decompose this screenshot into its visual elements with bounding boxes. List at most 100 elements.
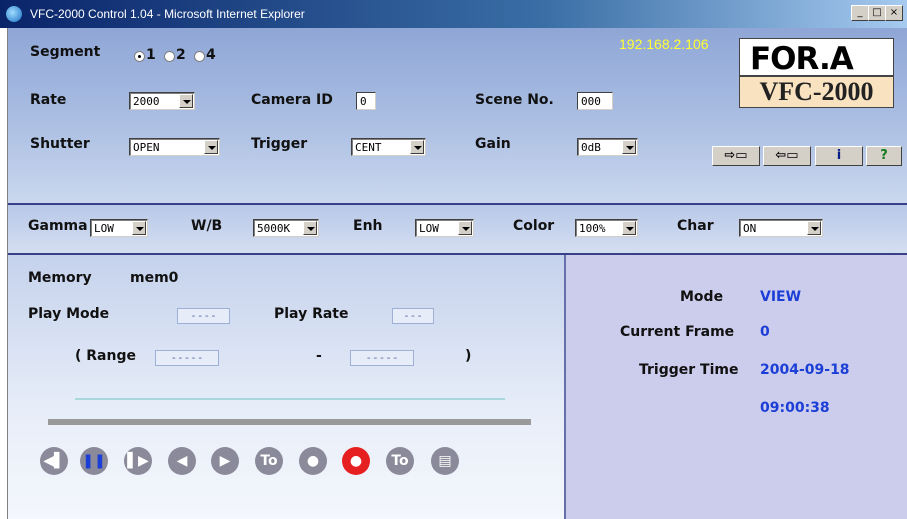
- skip-forward-button[interactable]: ▌▶: [124, 447, 152, 475]
- gain-label: Gain: [475, 136, 511, 152]
- chevron-down-icon: [204, 140, 218, 154]
- play-reverse-button[interactable]: ◀: [168, 447, 196, 475]
- segment-radio-4[interactable]: [194, 51, 205, 62]
- play-mode-value: ----: [177, 308, 230, 324]
- segment-radio-1[interactable]: [134, 51, 145, 62]
- segment-radio-2[interactable]: [164, 51, 175, 62]
- minimize-button[interactable]: _: [851, 5, 869, 21]
- to-start-icon: To: [260, 453, 278, 469]
- range-end-value: -----: [350, 350, 414, 366]
- play-icon: ▶: [219, 453, 231, 469]
- close-button[interactable]: ×: [885, 5, 903, 21]
- pause-icon: ❚❚: [82, 453, 106, 469]
- segment-option-label: 1: [146, 47, 156, 63]
- import-icon: ⇨▭: [724, 148, 748, 163]
- mode-label: Mode: [680, 289, 724, 305]
- to-end-icon: To: [391, 453, 409, 469]
- segment-option-label: 4: [206, 47, 216, 63]
- rate-label: Rate: [30, 92, 67, 108]
- shutter-label: Shutter: [30, 136, 90, 152]
- window-border: [0, 28, 8, 519]
- info-button[interactable]: i: [815, 146, 863, 166]
- enh-select[interactable]: LOW: [415, 219, 474, 237]
- segment-label: Segment: [30, 44, 101, 60]
- rate-select[interactable]: 2000: [129, 92, 195, 110]
- scene-no-label: Scene No.: [475, 92, 554, 108]
- play-rate-value: ---: [392, 308, 434, 324]
- record-icon: ●: [349, 453, 363, 469]
- memory-label: Memory: [28, 270, 92, 286]
- gamma-value: LOW: [94, 222, 114, 235]
- play-button[interactable]: ▶: [211, 447, 239, 475]
- color-value: 100%: [579, 222, 606, 235]
- skip-back-button[interactable]: ◀▌: [40, 447, 68, 475]
- export-button[interactable]: ⇦▭: [763, 146, 811, 166]
- play-rate-label: Play Rate: [274, 306, 349, 322]
- trigger-time-value: 09:00:38: [760, 400, 830, 416]
- fora-logo: FOR.A: [739, 38, 894, 77]
- play-reverse-icon: ◀: [176, 453, 188, 469]
- gamma-label: Gamma: [28, 218, 88, 234]
- enh-label: Enh: [353, 218, 383, 234]
- char-label: Char: [677, 218, 714, 234]
- char-value: ON: [743, 222, 757, 235]
- range-start-value: -----: [155, 350, 219, 366]
- trigger-time-label: Trigger Time: [639, 362, 739, 378]
- shutter-value: OPEN: [133, 141, 160, 154]
- stop-button[interactable]: ●: [299, 447, 327, 475]
- range-label: ( Range: [75, 348, 136, 364]
- scene-no-input[interactable]: 000: [577, 92, 613, 110]
- title-bar: VFC-2000 Control 1.04 - Microsoft Intern…: [0, 0, 907, 28]
- to-start-button[interactable]: To: [255, 447, 283, 475]
- gain-select[interactable]: 0dB: [577, 138, 638, 156]
- position-scrollbar[interactable]: [48, 419, 531, 425]
- chevron-down-icon: [807, 221, 821, 235]
- camera-id-label: Camera ID: [251, 92, 333, 108]
- logo-text: FOR.A: [750, 41, 854, 77]
- chevron-down-icon: [179, 94, 193, 108]
- segment-option-label: 2: [176, 47, 186, 63]
- gamma-select[interactable]: LOW: [90, 219, 148, 237]
- camera-id-input[interactable]: 0: [356, 92, 376, 110]
- trigger-date-value: 2004-09-18: [760, 362, 850, 378]
- stop-icon: ●: [306, 453, 320, 469]
- range-close: ): [465, 348, 472, 364]
- browser-icon: [6, 6, 22, 22]
- info-icon: i: [836, 148, 842, 163]
- shutter-select[interactable]: OPEN: [129, 138, 220, 156]
- wb-value: 5000K: [257, 222, 291, 235]
- skip-forward-icon: ▌▶: [127, 453, 149, 469]
- skip-back-icon: ◀▌: [43, 453, 65, 469]
- color-select[interactable]: 100%: [575, 219, 638, 237]
- maximize-button[interactable]: □: [868, 5, 886, 21]
- current-frame-value: 0: [760, 324, 770, 340]
- wb-label: W/B: [191, 218, 223, 234]
- memory-value: mem0: [130, 270, 179, 286]
- chevron-down-icon: [132, 221, 146, 235]
- import-button[interactable]: ⇨▭: [712, 146, 760, 166]
- wb-select[interactable]: 5000K: [253, 219, 319, 237]
- save-icon: ▤: [438, 453, 452, 469]
- pause-button[interactable]: ❚❚: [80, 447, 108, 475]
- trigger-select[interactable]: CENT: [351, 138, 426, 156]
- range-separator: -: [316, 348, 322, 364]
- color-label: Color: [513, 218, 555, 234]
- ip-address: 192.168.2.106: [619, 36, 709, 52]
- rate-value: 2000: [133, 95, 160, 108]
- range-track: [75, 398, 505, 400]
- chevron-down-icon: [622, 221, 636, 235]
- chevron-down-icon: [303, 221, 317, 235]
- enh-value: LOW: [419, 222, 439, 235]
- char-select[interactable]: ON: [739, 219, 823, 237]
- memory-panel: [8, 255, 564, 519]
- help-button[interactable]: ?: [866, 146, 902, 166]
- play-mode-label: Play Mode: [28, 306, 110, 322]
- gain-value: 0dB: [581, 141, 601, 154]
- to-end-button[interactable]: To: [386, 447, 414, 475]
- trigger-label: Trigger: [251, 136, 308, 152]
- record-button[interactable]: ●: [342, 447, 370, 475]
- help-icon: ?: [880, 148, 888, 163]
- save-button[interactable]: ▤: [431, 447, 459, 475]
- chevron-down-icon: [458, 221, 472, 235]
- mode-value: VIEW: [760, 289, 802, 305]
